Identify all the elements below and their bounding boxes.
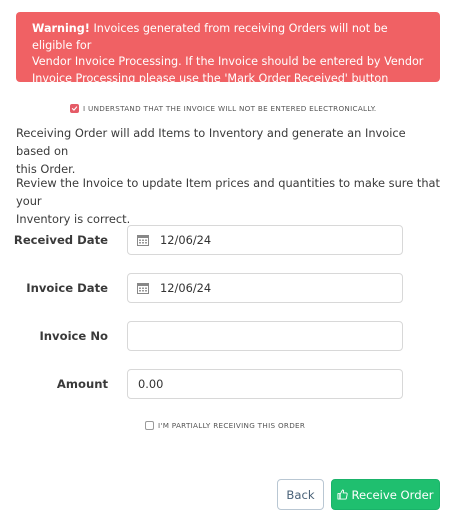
receive-order-label: Receive Order	[351, 487, 434, 502]
warning-banner: Warning! Invoices generated from receivi…	[16, 12, 440, 101]
warning-line-2: Vendor Invoice Processing. If the Invoic…	[32, 55, 424, 68]
receive-order-button[interactable]: Receive Order	[331, 479, 440, 510]
acknowledge-checkbox-row[interactable]: I UNDERSTAND THAT THE INVOICE WILL NOT B…	[70, 104, 377, 113]
intro-p1-line-1: Receiving Order will add Items to Invent…	[16, 126, 406, 158]
calendar-icon	[137, 283, 149, 294]
received-date-label: Received Date	[13, 233, 108, 247]
acknowledge-label: I UNDERSTAND THAT THE INVOICE WILL NOT B…	[83, 104, 377, 113]
warning-line-3: Invoice Processing please use the 'Mark …	[32, 71, 389, 102]
checkmark-icon	[71, 106, 78, 111]
invoice-no-input[interactable]	[127, 321, 403, 351]
intro-p2-line-1: Review the Invoice to update Item prices…	[16, 176, 441, 208]
invoice-date-value: 12/06/24	[160, 281, 212, 295]
amount-value: 0.00	[138, 377, 164, 391]
partial-label: I'M PARTIALLY RECEIVING THIS ORDER	[158, 421, 306, 430]
partial-checkbox[interactable]	[145, 421, 154, 430]
warning-strong: Warning!	[32, 22, 90, 35]
amount-input[interactable]: 0.00	[127, 369, 403, 399]
intro-paragraph-1: Receiving Order will add Items to Invent…	[16, 124, 440, 178]
thumbs-up-icon	[337, 489, 349, 500]
received-date-field[interactable]: 12/06/24	[127, 225, 403, 255]
intro-paragraph-2: Review the Invoice to update Item prices…	[16, 174, 440, 228]
invoice-no-label: Invoice No	[39, 329, 108, 343]
acknowledge-checkbox[interactable]	[70, 104, 79, 113]
invoice-date-label: Invoice Date	[26, 281, 108, 295]
calendar-icon	[137, 235, 149, 246]
invoice-date-field[interactable]: 12/06/24	[127, 273, 403, 303]
back-button[interactable]: Back	[277, 479, 324, 510]
received-date-value: 12/06/24	[160, 233, 212, 247]
partial-checkbox-row[interactable]: I'M PARTIALLY RECEIVING THIS ORDER	[145, 421, 305, 430]
amount-label: Amount	[56, 377, 108, 391]
